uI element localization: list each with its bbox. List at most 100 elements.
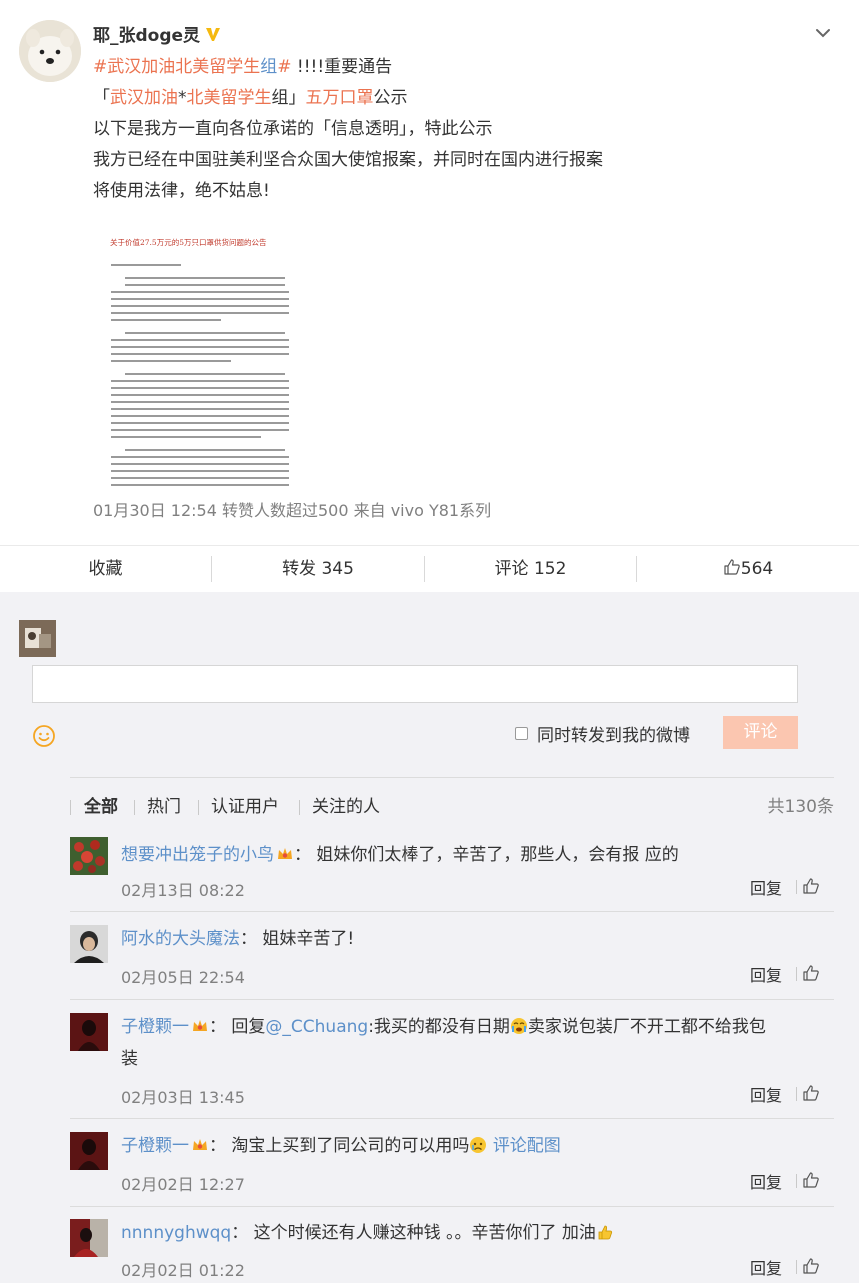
author-name[interactable]: 耶_张doge灵 (93, 21, 222, 46)
comment-button[interactable]: 评论 152 (425, 546, 636, 592)
comment-item: nnnnyghwqq： 这个时候还有人赚这种钱 。。辛苦你们了 加油 02月02… (70, 1219, 834, 1283)
filter-divider (299, 800, 300, 815)
comment-text-wrap: 装 (121, 1049, 138, 1069)
post-line-1: #武汉加油北美留学生组# !!!!重要通告 (93, 52, 603, 83)
post-line-5: 将使用法律，绝不姑息! (93, 181, 270, 201)
announcement-text-line (111, 436, 261, 438)
announcement-image[interactable]: 关于价值27.5万元的5万只口罩供货问题的公告 (93, 222, 305, 490)
thumbs-up-icon[interactable] (802, 1257, 820, 1275)
announcement-text-line (125, 284, 285, 286)
reply-divider (796, 1174, 797, 1188)
highlight-2: 北美留学生 (186, 88, 272, 108)
announcement-text-line (111, 312, 289, 314)
author-avatar[interactable] (19, 20, 81, 82)
reply-button[interactable]: 回复 (750, 875, 782, 899)
filter-hot[interactable]: 热门 (147, 792, 181, 822)
comment-item: 阿水的大头魔法： 姐妹辛苦了! 02月05日 22:54 回复 (70, 925, 834, 1000)
chevron-down-icon[interactable] (812, 22, 834, 44)
reply-button[interactable]: 回复 (750, 1082, 782, 1106)
announcement-text-line (125, 373, 285, 375)
forward-label[interactable]: 同时转发到我的微博 (537, 721, 690, 746)
commenter-avatar[interactable] (70, 1219, 108, 1257)
thumbs-up-icon (724, 559, 740, 575)
comment-item: 子橙颗一： 回复@_CChuang:我买的都没有日期 卖家说包装厂不开工都不给我包… (70, 1013, 834, 1119)
commenter-name[interactable]: 子橙颗一 (121, 1017, 189, 1037)
highlight-1: 武汉加油 (110, 88, 178, 108)
comment-item: 想要冲出笼子的小鸟： 姐妹你们太棒了，辛苦了，那些人，会有报 应的 02月13日… (70, 837, 834, 912)
submit-comment-button[interactable]: 评论 (723, 716, 798, 749)
comment-area: 同时转发到我的微博 评论 全部 热门 认证用户 关注的人 共130条 想要冲出笼… (0, 592, 859, 1283)
filter-following[interactable]: 关注的人 (312, 792, 380, 822)
filter-verified[interactable]: 认证用户 (211, 792, 279, 822)
reply-divider (796, 880, 797, 894)
reply-button[interactable]: 回复 (750, 1169, 782, 1193)
announcement-text-line (111, 291, 289, 293)
post-line-3: 以下是我方一直向各位承诺的「信息透明」，特此公示 (93, 119, 493, 139)
reply-prefix: 回复 (231, 1017, 266, 1037)
announcement-text-line (111, 298, 289, 300)
comment-text: :我买的都没有日期 (368, 1017, 510, 1037)
announcement-text-line (111, 339, 289, 341)
comment-body: 子橙颗一： 淘宝上买到了同公司的可以用吗 评论配图 (121, 1136, 561, 1156)
announcement-text-line (111, 463, 289, 465)
thumbs-up-icon[interactable] (802, 1171, 820, 1189)
mention-link[interactable]: @_CChuang (265, 1017, 368, 1037)
comment-input[interactable] (32, 665, 798, 703)
post-meta: 01月30日 12:54 转赞人数超过500 来自 vivo Y81系列 (93, 501, 492, 520)
comment-body: 阿水的大头魔法： 姐妹辛苦了! (121, 929, 355, 949)
divider (70, 777, 834, 778)
comment-body: nnnnyghwqq： 这个时候还有人赚这种钱 。。辛苦你们了 加油 (121, 1217, 834, 1249)
reply-divider (796, 1087, 797, 1101)
crown-icon (193, 1139, 207, 1150)
reply-button[interactable]: 回复 (750, 1255, 782, 1279)
commenter-name[interactable]: 想要冲出笼子的小鸟 (121, 845, 274, 865)
commenter-avatar[interactable] (70, 837, 108, 875)
like-button[interactable]: 564 (637, 546, 859, 592)
commenter-name[interactable]: 阿水的大头魔法 (121, 929, 240, 949)
smile-icon[interactable] (32, 724, 56, 748)
commenter-avatar[interactable] (70, 925, 108, 963)
thumbs-up-icon[interactable] (802, 877, 820, 895)
comment-item: 子橙颗一： 淘宝上买到了同公司的可以用吗 评论配图 02月02日 12:27 回… (70, 1132, 834, 1207)
comment-total: 共130条 (767, 797, 834, 817)
filter-all[interactable]: 全部 (84, 792, 118, 822)
like-count: 564 (740, 559, 774, 579)
filter-divider (70, 800, 71, 815)
announcement-text-line (111, 319, 221, 321)
comment-time: 02月02日 12:27 (121, 1175, 245, 1194)
commenter-name[interactable]: 子橙颗一 (121, 1136, 189, 1156)
post-line-1-rest: !!!!重要通告 (291, 57, 393, 77)
announcement-text-line (111, 429, 289, 431)
thumbs-up-icon[interactable] (802, 1084, 820, 1102)
announcement-text-line (111, 401, 289, 403)
favorite-button[interactable]: 收藏 (0, 546, 211, 592)
action-bar: 收藏 转发 345 评论 152 564 (0, 545, 859, 592)
comment-time: 02月13日 08:22 (121, 881, 245, 900)
commenter-name[interactable]: nnnnyghwqq (121, 1223, 231, 1243)
announcement-text-line (111, 346, 289, 348)
reply-divider (796, 1260, 797, 1274)
announcement-text-line (111, 456, 289, 458)
crown-icon (278, 848, 292, 859)
crying-emoji-icon (510, 1018, 527, 1034)
announcement-text-line (111, 415, 289, 417)
hashtag-link[interactable]: #武汉加油北美留学生组# (93, 57, 292, 77)
repost-button[interactable]: 转发 345 (212, 546, 424, 592)
comment-time: 02月03日 13:45 (121, 1088, 245, 1107)
commenter-avatar[interactable] (70, 1132, 108, 1170)
forward-checkbox[interactable] (515, 727, 528, 740)
reply-button[interactable]: 回复 (750, 962, 782, 986)
comment-body: 想要冲出笼子的小鸟： 姐妹你们太棒了，辛苦了，那些人，会有报 应的 (121, 845, 679, 865)
thumbs-up-icon[interactable] (802, 964, 820, 982)
announcement-image-title: 关于价值27.5万元的5万只口罩供货问题的公告 (110, 238, 267, 247)
commenter-avatar[interactable] (70, 1013, 108, 1051)
author-name-text[interactable]: 耶_张doge灵 (93, 21, 200, 46)
comment-image-link[interactable]: 评论配图 (493, 1136, 561, 1156)
comment-text: 姐妹你们太棒了，辛苦了，那些人，会有报 应的 (316, 845, 679, 865)
filter-divider (198, 800, 199, 815)
announcement-text-line (111, 477, 289, 479)
announcement-text-line (111, 394, 289, 396)
comment-text: 淘宝上买到了同公司的可以用吗 (231, 1136, 470, 1156)
announcement-text-line (111, 305, 289, 307)
announcement-text-line (111, 422, 289, 424)
